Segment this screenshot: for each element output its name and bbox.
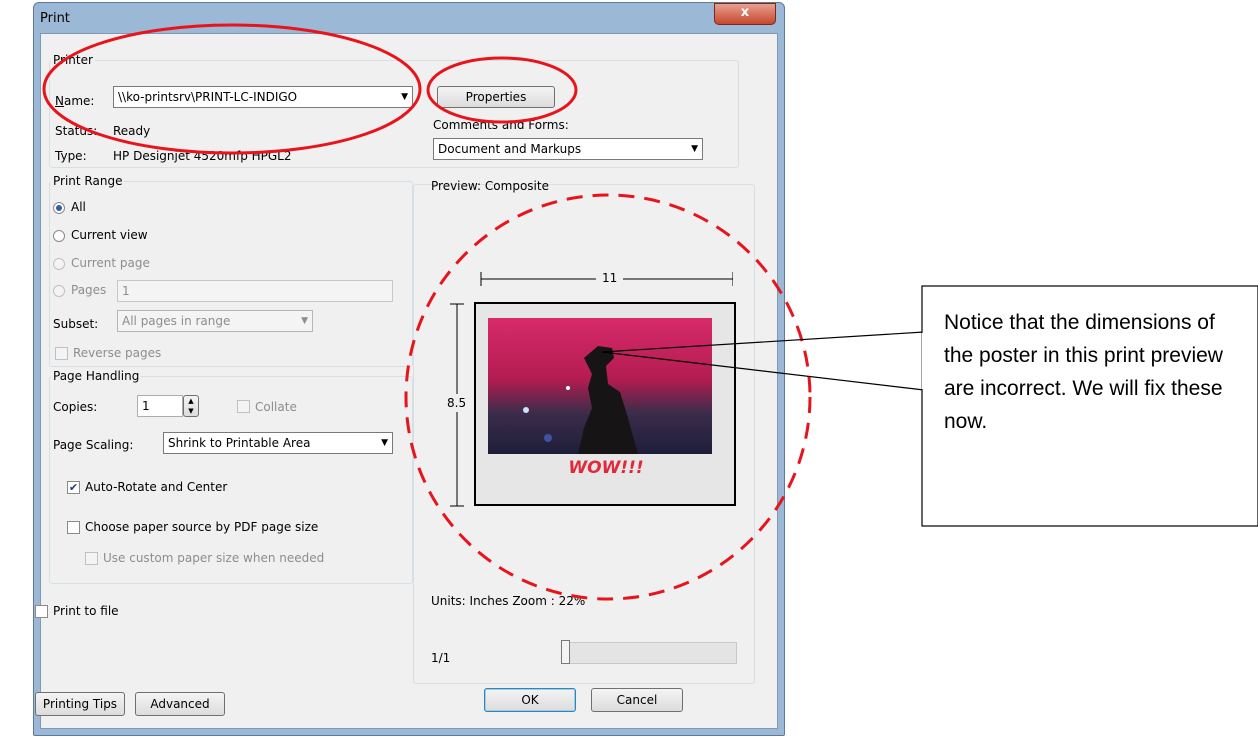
printer-name-highlight-circle [42,23,422,155]
properties-highlight-circle [426,56,578,124]
preview-dashed-circle [404,193,812,601]
callout-pointer [601,331,925,391]
callout-text: Notice that the dimensions of the poster… [944,311,1223,433]
